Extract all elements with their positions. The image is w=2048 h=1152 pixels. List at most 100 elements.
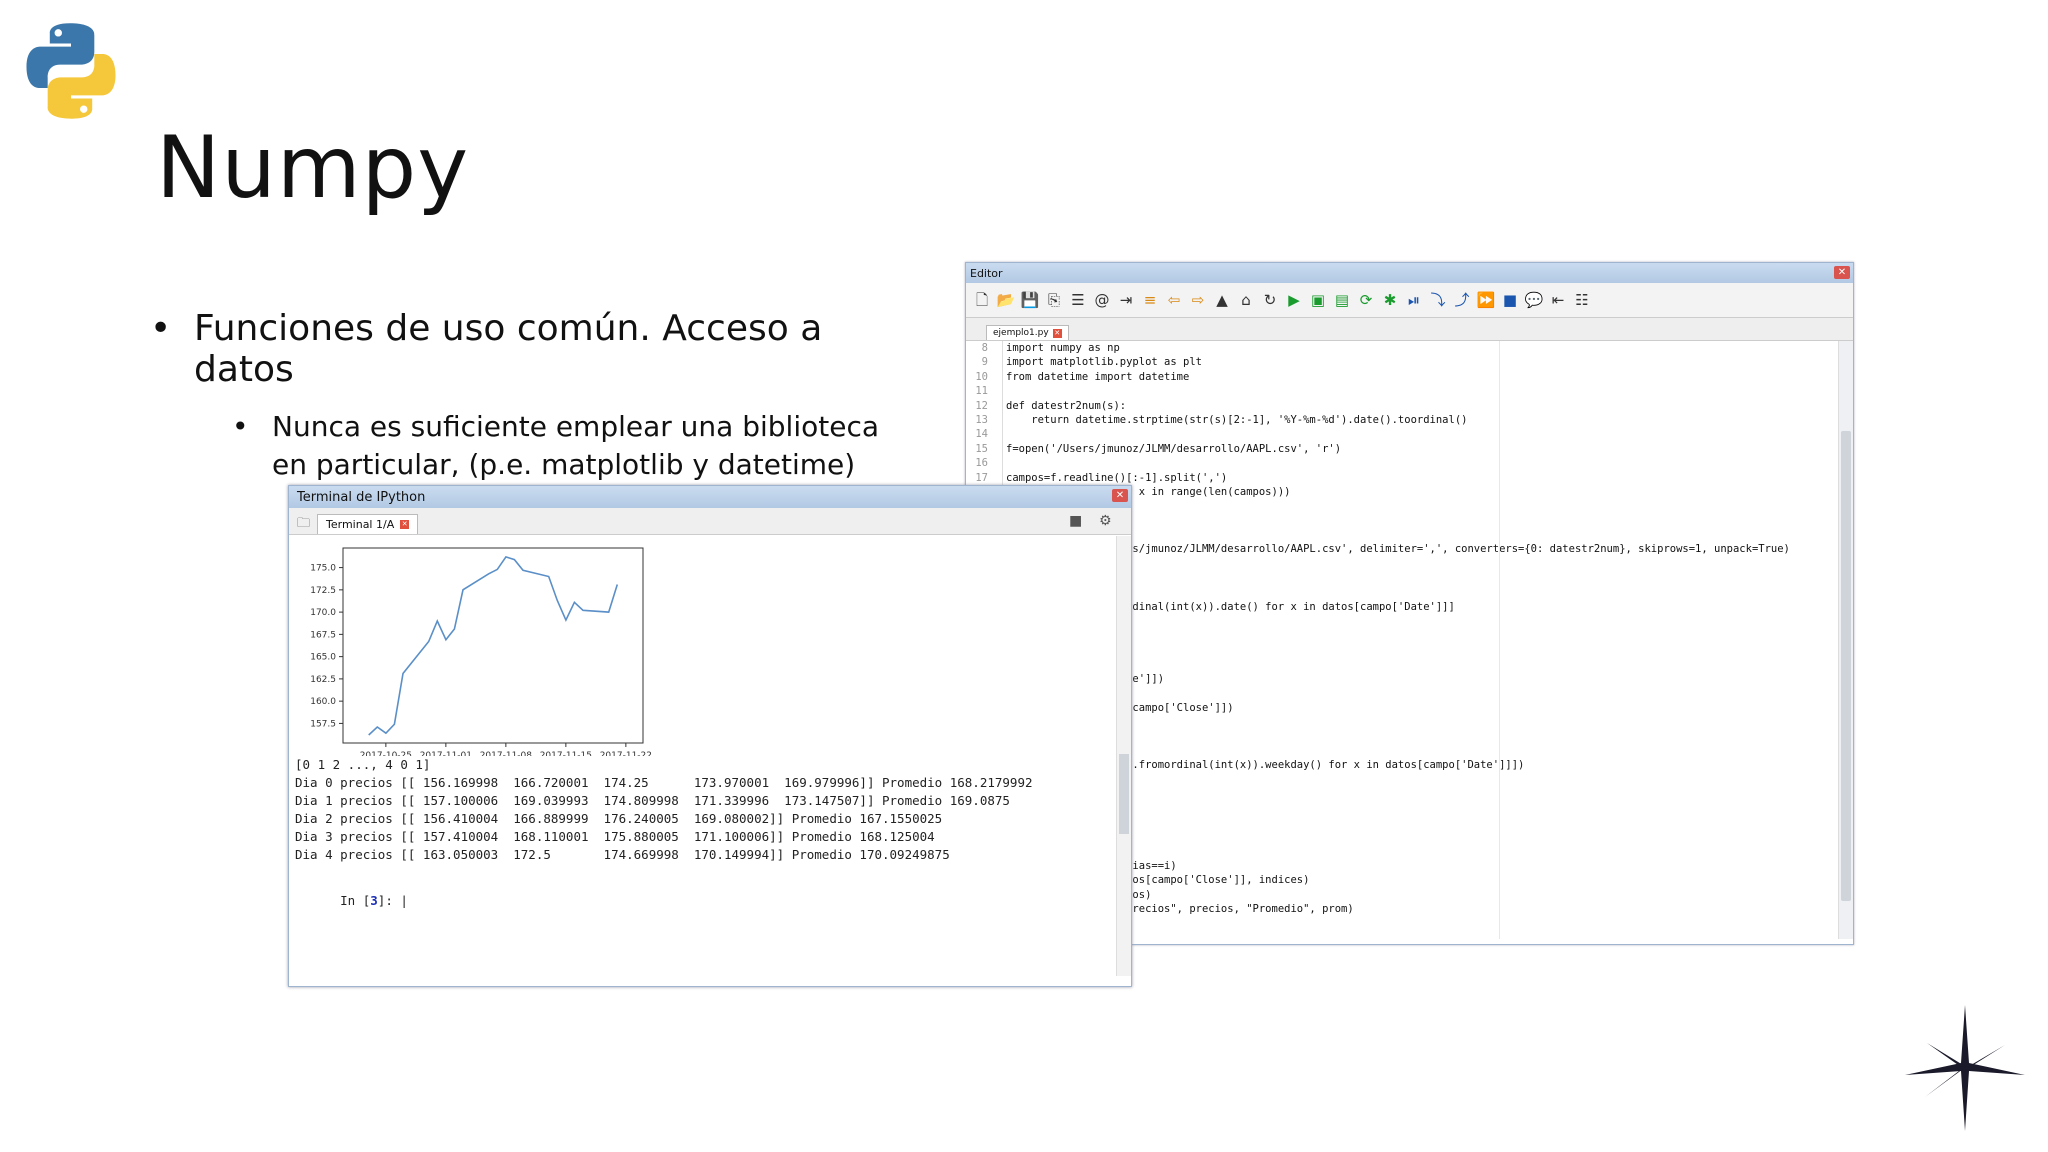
bullet-item-2: • Nunca es suficiente emplear una biblio… [232, 408, 910, 484]
input-prompt[interactable]: In [3]: | [295, 874, 1107, 908]
price-chart: 157.5 160.0 162.5 165.0 167.5 170.0 172.5 175.0… [310, 547, 652, 756]
bullet-list: • Funciones de uso común. Acceso a datos… [150, 308, 910, 484]
code-text: campos=f.readline()[:-1].split(',') [1006, 471, 1228, 484]
close-icon[interactable]: ✕ [1052, 328, 1062, 338]
x-tick-label: 2017-11-22 [600, 751, 652, 756]
code-line: 15 f=open('/Users/jmunoz/JLMM/desarrollo/… [966, 442, 1836, 456]
code-text: import numpy as np [1006, 342, 1120, 354]
new-file-icon[interactable]: 🗋 [972, 290, 992, 310]
forward-icon[interactable]: ⇨ [1188, 290, 1208, 310]
home-icon[interactable]: ⌂ [1236, 290, 1256, 310]
close-icon[interactable]: ✕ [1834, 266, 1850, 279]
chat-icon[interactable]: 💬 [1524, 290, 1544, 310]
editor-toolbar: 🗋 📂 💾 ⎘ ☰ @ ⇥ ≡ ⇦ ⇨ ▲ ⌂ ↻ ▶ ▣ ▤ ⟳ ✱ ⏯ ⤵ … [966, 283, 1853, 318]
slide-title: Numpy [156, 118, 470, 218]
scrollbar-thumb[interactable] [1119, 754, 1129, 834]
comment-icon[interactable]: ≡ [1140, 290, 1160, 310]
y-tick-label: 157.5 [310, 719, 336, 729]
refresh-icon[interactable]: ↻ [1260, 290, 1280, 310]
tab-ejemplo1[interactable]: ejemplo1.py ✕ [986, 325, 1069, 340]
output-line: Dia 2 precios [[ 156.410004 166.889999 1… [295, 811, 943, 826]
code-line: 10 from datetime import datetime [966, 370, 1836, 384]
line-number: 8 [981, 342, 988, 354]
debug-icon[interactable]: ✱ [1380, 290, 1400, 310]
editor-scrollbar[interactable] [1838, 341, 1853, 939]
run-cell-advance-icon[interactable]: ▤ [1332, 290, 1352, 310]
output-line: Dia 4 precios [[ 163.050003 172.5 174.66… [295, 847, 950, 862]
price-series-line [368, 555, 619, 736]
up-icon[interactable]: ▲ [1212, 290, 1232, 310]
outdent-icon[interactable]: ⇤ [1548, 290, 1568, 310]
y-tick-label: 165.0 [310, 653, 336, 663]
terminal-tab-bar: 🗀 Terminal 1/A ✕ ■ ⚙ [289, 508, 1131, 535]
terminal-console[interactable]: 157.5 160.0 162.5 165.0 167.5 170.0 172.5 175.0… [295, 536, 1107, 976]
run-icon[interactable]: ▶ [1284, 290, 1304, 310]
continue-icon[interactable]: ⏩ [1476, 290, 1496, 310]
y-tick-label: 175.0 [310, 564, 336, 574]
scrollbar-thumb[interactable] [1841, 431, 1851, 901]
indent-icon[interactable]: ⇥ [1116, 290, 1136, 310]
code-line: 16 [966, 456, 1836, 470]
output-line: Dia 3 precios [[ 157.410004 168.110001 1… [295, 829, 935, 844]
save-all-icon[interactable]: ⎘ [1044, 290, 1064, 310]
tab-terminal[interactable]: Terminal 1/A ✕ [317, 514, 419, 534]
step-return-icon[interactable]: ⤴ [1452, 290, 1472, 310]
gear-icon[interactable]: ⚙ [1099, 513, 1112, 529]
compass-star-logo [1905, 1005, 2025, 1131]
code-text: return datetime.strptime(str(s)[2:-1], '… [1006, 413, 1468, 426]
output-line: Dia 1 precios [[ 157.100006 169.039993 1… [295, 793, 1010, 808]
x-tick-label: 2017-11-15 [540, 751, 592, 756]
rerun-icon[interactable]: ⟳ [1356, 290, 1376, 310]
code-line: 17 campos=f.readline()[:-1].split(',') [966, 471, 1836, 485]
step-icon[interactable]: ⏯ [1404, 290, 1424, 310]
line-number: 12 [975, 399, 988, 412]
prompt-prefix: In [ [340, 893, 371, 908]
line-number: 10 [975, 370, 988, 383]
code-line: 13 return datetime.strptime(str(s)[2:-1]… [966, 413, 1836, 427]
list-icon[interactable]: ☰ [1068, 290, 1088, 310]
code-text: def datestr2num(s): [1006, 399, 1127, 412]
close-icon[interactable]: ✕ [1112, 489, 1128, 502]
output-line: [0 1 2 ..., 4 0 1] [295, 757, 431, 772]
terminal-window: Terminal de IPython ✕ 🗀 Terminal 1/A ✕ ■… [288, 485, 1132, 987]
editor-title: Editor [970, 266, 1003, 280]
stop-icon[interactable]: ■ [1500, 290, 1520, 310]
open-icon[interactable]: 📂 [996, 290, 1016, 310]
x-tick-label: 2017-11-08 [480, 751, 533, 756]
terminal-titlebar: Terminal de IPython ✕ [289, 486, 1131, 508]
editor-titlebar: Editor ✕ [966, 263, 1853, 283]
step-into-icon[interactable]: ⤵ [1428, 290, 1448, 310]
code-line: 9 import matplotlib.pyplot as plt [966, 355, 1836, 369]
indent-more-icon[interactable]: ☷ [1572, 290, 1592, 310]
y-tick-label: 160.0 [310, 697, 336, 707]
y-tick-label: 170.0 [310, 608, 336, 618]
output-line: Dia 0 precios [[ 156.169998 166.720001 1… [295, 775, 1033, 790]
margin-guide [1499, 341, 1500, 939]
terminal-scrollbar[interactable] [1116, 536, 1131, 976]
run-cell-icon[interactable]: ▣ [1308, 290, 1328, 310]
line-number: 11 [975, 385, 988, 398]
code-text: from datetime import datetime [1006, 370, 1190, 383]
console-output: [0 1 2 ..., 4 0 1] Dia 0 precios [[ 156.1… [295, 756, 1107, 864]
save-icon[interactable]: 💾 [1020, 290, 1040, 310]
line-number: 9 [981, 356, 988, 369]
code-line: 14 [966, 427, 1836, 441]
at-icon[interactable]: @ [1092, 290, 1112, 310]
plot-frame [342, 547, 644, 744]
line-number: 17 [975, 471, 988, 484]
code-text: import matplotlib.pyplot as plt [1006, 356, 1202, 369]
close-icon[interactable]: ✕ [400, 520, 410, 529]
line-number: 16 [975, 457, 988, 470]
prompt-suffix: ]: | [377, 893, 408, 908]
tab-label: ejemplo1.py [993, 328, 1049, 338]
folder-icon[interactable]: 🗀 [297, 514, 310, 536]
line-number: 15 [975, 442, 988, 455]
y-tick-label: 167.5 [310, 630, 336, 640]
bullet-1-text: Funciones de uso común. Acceso a datos [194, 308, 823, 390]
stop-icon[interactable]: ■ [1069, 513, 1082, 529]
back-icon[interactable]: ⇦ [1164, 290, 1184, 310]
code-line: 8 import numpy as np [966, 341, 1836, 355]
code-line: 11 [966, 384, 1836, 398]
